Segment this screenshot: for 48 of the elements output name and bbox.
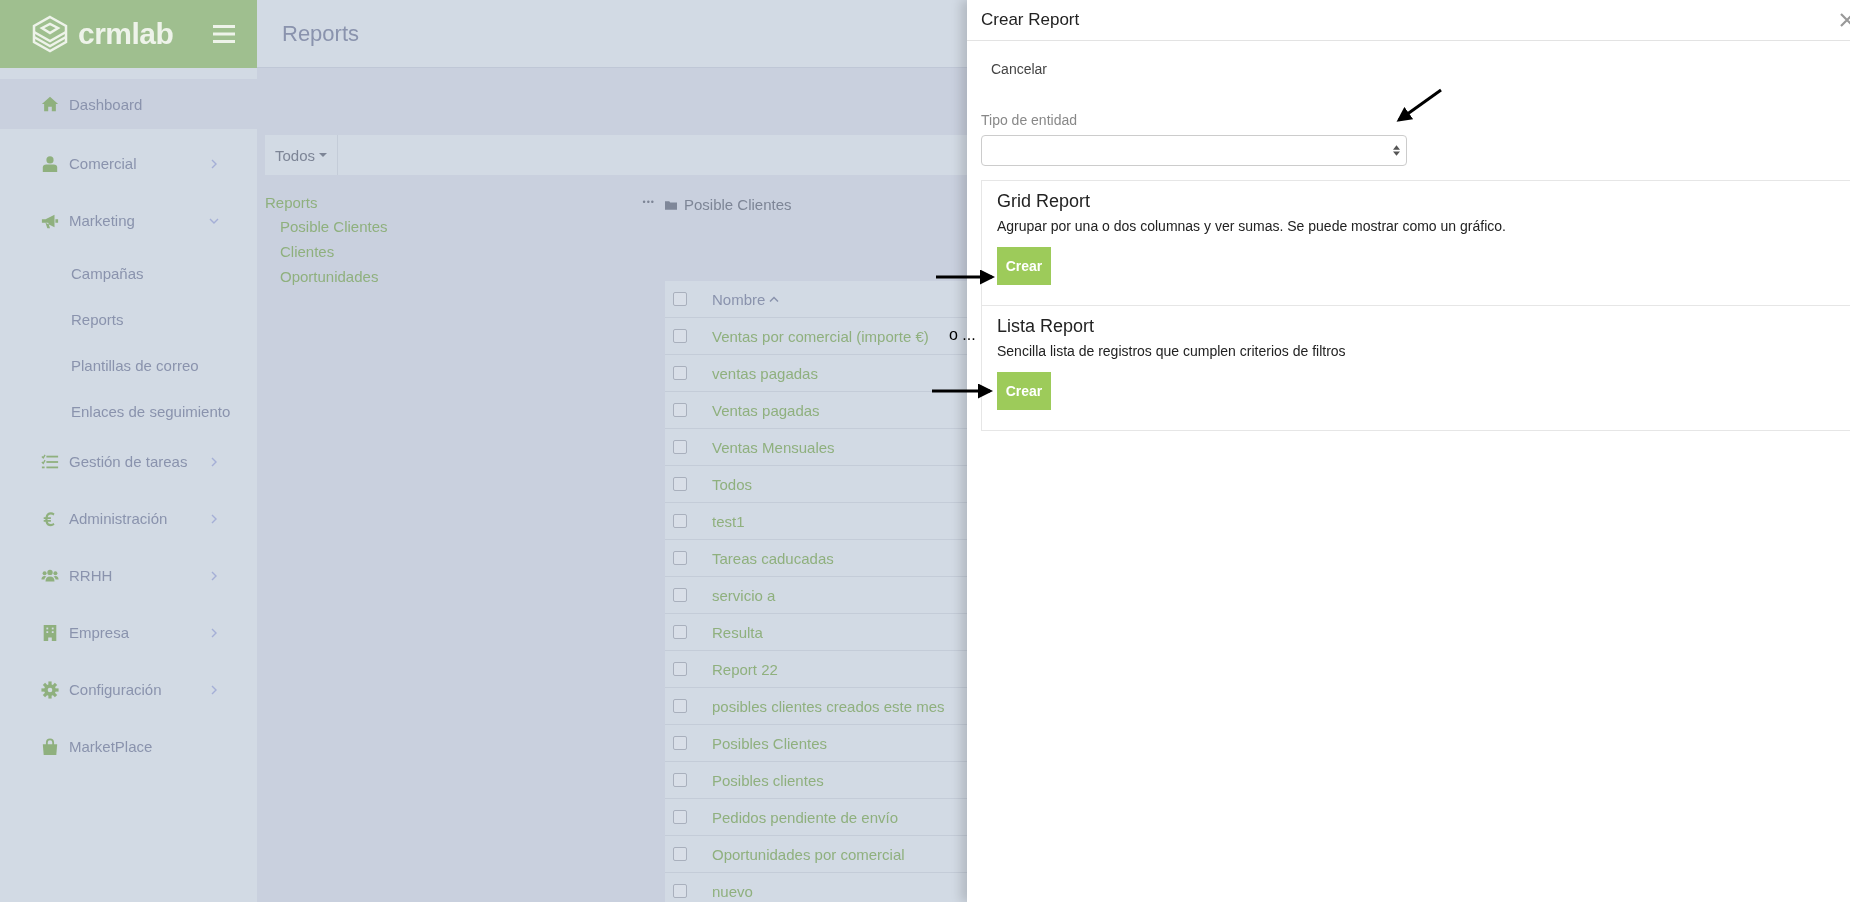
- column-header[interactable]: Nombre: [712, 290, 780, 308]
- folder-tree-item[interactable]: Posible Clientes: [265, 214, 655, 239]
- card-description: Sencilla lista de registros que cumplen criterios de filtros: [997, 343, 1346, 359]
- create-button[interactable]: Crear: [997, 247, 1051, 285]
- folder-tree-item[interactable]: Reports: [265, 193, 318, 211]
- field-label: Tipo de entidad: [981, 112, 1077, 128]
- report-link[interactable]: Tareas caducadas: [712, 549, 834, 567]
- report-link[interactable]: ventas pagadas: [712, 364, 818, 382]
- sidebar-subitem[interactable]: Reports: [0, 296, 257, 342]
- report-link[interactable]: Todos: [712, 475, 753, 493]
- page-title: Reports: [282, 20, 360, 47]
- report-link[interactable]: Ventas pagadas: [712, 401, 820, 419]
- sidebar-item[interactable]: Gestión de tareas: [0, 434, 257, 489]
- more-menu[interactable]: •••: [642, 197, 655, 207]
- report-link[interactable]: Ventas Mensuales: [712, 438, 835, 456]
- sidebar-subitem[interactable]: Enlaces de seguimiento: [0, 388, 257, 434]
- report-link[interactable]: posibles clientes creados este mes: [712, 697, 945, 715]
- sidebar-item[interactable]: Empresa: [0, 605, 257, 660]
- sidebar-item[interactable]: Configuración: [0, 662, 257, 717]
- folder-title: Posible Clientes: [684, 197, 792, 213]
- create-button[interactable]: Crear: [997, 372, 1051, 410]
- sidebar-item[interactable]: Dashboard: [0, 79, 257, 129]
- report-link[interactable]: Ventas por comercial (importe €): [712, 327, 929, 345]
- cancel-button[interactable]: Cancelar: [981, 41, 1058, 77]
- annotation-text: o ...: [949, 326, 976, 344]
- report-link[interactable]: Pedidos pendiente de envío: [712, 808, 898, 826]
- card-description: Agrupar por una o dos columnas y ver sumas. Se puede mostrar como un gráfico.: [997, 218, 1506, 234]
- panel-title: Crear Report: [981, 10, 1080, 30]
- card-title: Grid Report: [997, 191, 1091, 212]
- report-link[interactable]: test1: [712, 512, 745, 530]
- report-link[interactable]: nuevo: [712, 882, 753, 900]
- folder-tree-item[interactable]: Oportunidades: [265, 264, 655, 289]
- report-link[interactable]: Report 22: [712, 660, 778, 678]
- sidebar-item[interactable]: MarketPlace: [0, 719, 257, 774]
- sidebar-item[interactable]: RRHH: [0, 548, 257, 603]
- report-link[interactable]: Resulta: [712, 623, 763, 641]
- sidebar-subitem[interactable]: Campañas: [0, 250, 257, 296]
- sidebar-subitem[interactable]: Plantillas de correo: [0, 342, 257, 388]
- logo-text: crmlab: [78, 17, 174, 51]
- report-link[interactable]: Posibles clientes: [712, 771, 824, 789]
- sidebar-item[interactable]: Marketing: [0, 193, 257, 248]
- folder-tree-item[interactable]: Clientes: [265, 239, 655, 264]
- report-link[interactable]: Posibles Clientes: [712, 734, 828, 752]
- sidebar-item[interactable]: Administración: [0, 491, 257, 546]
- report-link[interactable]: Oportunidades por comercial: [712, 845, 905, 863]
- sidebar-item[interactable]: Comercial: [0, 136, 257, 191]
- card-title: Lista Report: [997, 316, 1095, 337]
- report-link[interactable]: servicio a: [712, 586, 776, 604]
